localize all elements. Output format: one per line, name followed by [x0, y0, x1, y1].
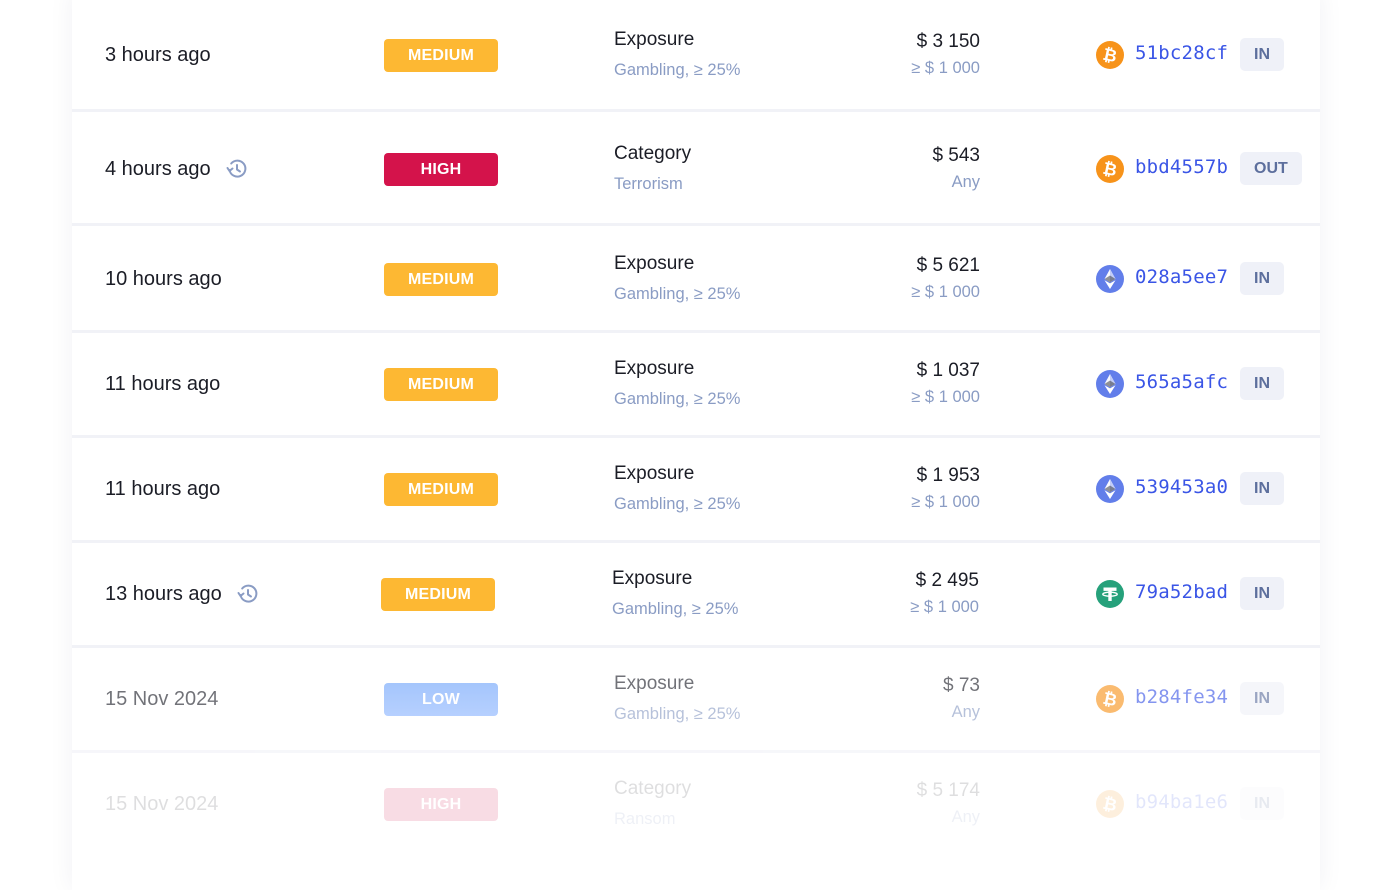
severity-badge: MEDIUM [384, 263, 498, 296]
rule-detail: Gambling, ≥ 25% [614, 705, 741, 723]
amount: $ 1 037 [916, 360, 980, 381]
amount: $ 3 150 [916, 31, 980, 52]
transaction-hash-link[interactable]: 028a5ee7 [1135, 266, 1228, 288]
alert-time-text: 15 Nov 2024 [105, 687, 219, 710]
severity-badge: MEDIUM [384, 39, 498, 72]
rule-type: Category [614, 143, 692, 164]
threshold: Any [951, 173, 980, 191]
btc-icon: ₿ [1096, 155, 1124, 183]
alert-time-text: 15 Nov 2024 [105, 792, 219, 815]
direction-badge: IN [1240, 367, 1284, 400]
rule-type: Exposure [612, 568, 693, 589]
usdt-icon [1096, 580, 1124, 608]
eth-icon [1096, 370, 1124, 398]
amount: $ 73 [943, 675, 980, 696]
rule-type: Exposure [614, 463, 695, 484]
transaction-hash-link[interactable]: 79a52bad [1135, 581, 1228, 603]
alert-time: 15 Nov 2024 [105, 684, 218, 714]
transaction-hash-link[interactable]: bbd4557b [1135, 156, 1228, 178]
severity-badge: HIGH [384, 153, 498, 186]
rule-type: Exposure [614, 358, 695, 379]
alert-row[interactable]: 11 hours ago MEDIUM Exposure Gambling, ≥… [72, 438, 1320, 543]
btc-icon: ₿ [1096, 41, 1124, 69]
direction-badge: IN [1240, 787, 1284, 820]
direction-badge: IN [1240, 472, 1284, 505]
severity-badge: LOW [384, 683, 498, 716]
alert-time-text: 4 hours ago [105, 157, 211, 180]
rule-detail: Gambling, ≥ 25% [612, 600, 739, 618]
rule-type: Exposure [614, 673, 695, 694]
rule-detail: Gambling, ≥ 25% [614, 495, 741, 513]
threshold: ≥ $ 1 000 [911, 493, 980, 511]
transaction-hash-link[interactable]: b94ba1e6 [1135, 791, 1228, 813]
alert-time: 3 hours ago [105, 40, 211, 70]
alert-row[interactable]: 15 Nov 2024 HIGH Category Ransom $ 5 174… [72, 753, 1320, 858]
alert-time-text: 11 hours ago [105, 477, 221, 500]
amount: $ 2 495 [915, 570, 979, 591]
history-icon[interactable] [236, 582, 260, 606]
threshold: ≥ $ 1 000 [911, 59, 980, 77]
alert-time: 4 hours ago [105, 154, 249, 184]
alert-time-text: 11 hours ago [105, 372, 221, 395]
alert-row[interactable]: 11 hours ago MEDIUM Exposure Gambling, ≥… [72, 333, 1320, 438]
threshold: Any [951, 703, 980, 721]
transaction-hash-link[interactable]: 539453a0 [1135, 476, 1228, 498]
severity-badge: HIGH [384, 788, 498, 821]
transaction-hash-link[interactable]: b284fe34 [1135, 686, 1228, 708]
rule-detail: Terrorism [614, 175, 683, 193]
rule-detail: Gambling, ≥ 25% [614, 61, 741, 79]
amount: $ 543 [932, 145, 980, 166]
rule-type: Exposure [614, 29, 695, 50]
transaction-hash-link[interactable]: 51bc28cf [1135, 42, 1228, 64]
alert-time: 11 hours ago [105, 369, 220, 399]
alert-row[interactable]: 15 Nov 2024 LOW Exposure Gambling, ≥ 25%… [72, 648, 1320, 753]
threshold: ≥ $ 1 000 [910, 598, 979, 616]
amount: $ 1 953 [916, 465, 980, 486]
amount: $ 5 174 [916, 780, 980, 801]
direction-badge: IN [1240, 682, 1284, 715]
alert-row[interactable]: 10 hours ago MEDIUM Exposure Gambling, ≥… [72, 228, 1320, 333]
severity-badge: MEDIUM [381, 578, 495, 611]
rule-detail: Ransom [614, 810, 676, 828]
direction-badge: IN [1240, 262, 1284, 295]
rule-type: Exposure [614, 253, 695, 274]
transaction-hash-link[interactable]: 565a5afc [1135, 371, 1228, 393]
threshold: ≥ $ 1 000 [911, 388, 980, 406]
severity-badge: MEDIUM [384, 368, 498, 401]
alert-time: 13 hours ago [105, 579, 260, 609]
alert-row[interactable]: 13 hours ago MEDIUM Exposure Gambling, ≥… [72, 543, 1320, 648]
threshold: ≥ $ 1 000 [911, 283, 980, 301]
rule-detail: Gambling, ≥ 25% [614, 390, 741, 408]
alert-time: 15 Nov 2024 [105, 789, 218, 819]
alert-time: 11 hours ago [105, 474, 220, 504]
amount: $ 5 621 [916, 255, 980, 276]
alert-time-text: 10 hours ago [105, 267, 222, 290]
eth-icon [1096, 475, 1124, 503]
history-icon[interactable] [225, 157, 249, 181]
alert-time-text: 3 hours ago [105, 43, 211, 66]
direction-badge: IN [1240, 577, 1284, 610]
alert-time-text: 13 hours ago [105, 582, 222, 605]
alert-row[interactable]: 4 hours ago HIGH Category Terrorism $ 54… [72, 114, 1320, 226]
alert-row[interactable]: 3 hours ago MEDIUM Exposure Gambling, ≥ … [72, 0, 1320, 112]
alert-time: 10 hours ago [105, 264, 222, 294]
rule-type: Category [614, 778, 692, 799]
direction-badge: IN [1240, 38, 1284, 71]
btc-icon: ₿ [1096, 790, 1124, 818]
direction-badge: OUT [1240, 152, 1302, 185]
threshold: Any [951, 808, 980, 826]
eth-icon [1096, 265, 1124, 293]
btc-icon: ₿ [1096, 685, 1124, 713]
rule-detail: Gambling, ≥ 25% [614, 285, 741, 303]
severity-badge: MEDIUM [384, 473, 498, 506]
